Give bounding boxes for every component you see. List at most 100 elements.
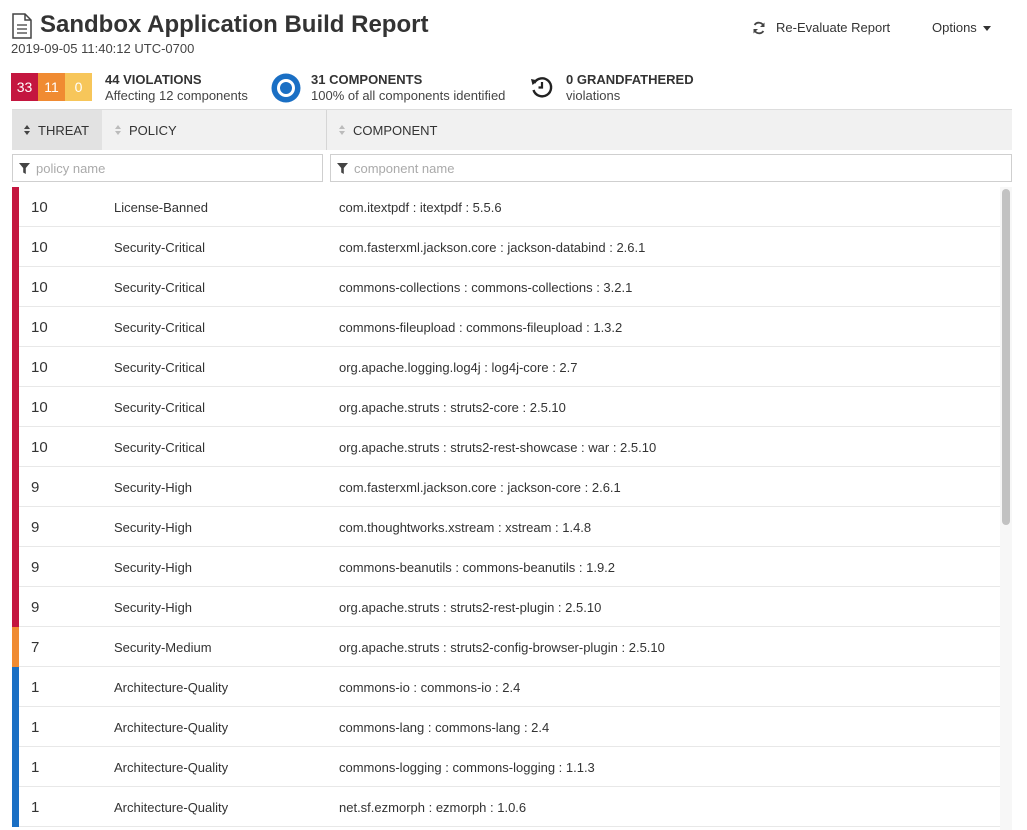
table-row[interactable]: 10 License-Banned com.itextpdf : itextpdf … (12, 187, 1000, 227)
policy-name: Security-High (114, 520, 193, 535)
filter-funnel-icon (337, 162, 348, 174)
policy-name: Security-Critical (114, 240, 206, 255)
filter-row (0, 149, 1027, 185)
component-name: com.fasterxml.jackson.core : jackson-cor… (339, 480, 621, 495)
policy-name: Security-Critical (114, 320, 206, 335)
component-filter (330, 154, 1012, 182)
component-name: org.apache.struts : struts2-rest-showcas… (339, 440, 657, 455)
component-name: commons-lang : commons-lang : 2.4 (339, 720, 550, 735)
threat-score: 10 (31, 279, 48, 296)
component-name: com.thoughtworks.xstream : xstream : 1.4… (339, 520, 592, 535)
table-row[interactable]: 10 Security-Critical org.apache.struts : s… (12, 427, 1000, 467)
policy-name: Security-High (114, 560, 193, 575)
table-row[interactable]: 10 Security-Critical org.apache.logging.lo… (12, 347, 1000, 387)
sort-arrows-icon (115, 125, 121, 135)
threat-level-bar (12, 227, 19, 267)
table-row[interactable]: 10 Security-Critical org.apache.struts : s… (12, 387, 1000, 427)
components-heading: 31 COMPONENTS (311, 72, 423, 87)
report-summary: 33 11 0 44 VIOLATIONS Affecting 12 compo… (0, 72, 1027, 106)
policy-name: Architecture-Quality (114, 680, 229, 695)
violations-table-body: 10 License-Banned com.itextpdf : itextpdf … (12, 187, 1000, 830)
report-timestamp: 2019-09-05 11:40:12 UTC-0700 (11, 41, 195, 56)
component-name: org.apache.struts : struts2-core : 2.5.1… (339, 400, 566, 415)
table-row[interactable]: 10 Security-Critical commons-collections :… (12, 267, 1000, 307)
sort-arrows-icon (339, 125, 345, 135)
table-row[interactable]: 1 Architecture-Quality net.sf.ezmorph : ez… (12, 787, 1000, 827)
threat-header-label: THREAT (38, 122, 90, 138)
violations-stat: 44 VIOLATIONS Affecting 12 components (105, 72, 248, 103)
options-label: Options (932, 20, 977, 35)
component-filter-input[interactable] (354, 160, 1011, 176)
component-header-label: COMPONENT (353, 122, 438, 138)
threat-level-bar (12, 387, 19, 427)
component-name: net.sf.ezmorph : ezmorph : 1.0.6 (339, 800, 527, 815)
re-evaluate-label: Re-Evaluate Report (776, 20, 891, 35)
grandfathered-subtext: violations (566, 88, 621, 103)
components-subtext: 100% of all components identified (311, 88, 506, 103)
table-row[interactable]: 10 Security-Critical commons-fileupload : … (12, 307, 1000, 347)
scrollbar-thumb[interactable] (1002, 189, 1010, 525)
threat-score: 1 (31, 679, 40, 696)
history-icon (531, 77, 553, 98)
table-row[interactable]: 1 Architecture-Quality commons-lang : comm… (12, 707, 1000, 747)
threat-score: 1 (31, 759, 40, 776)
violations-heading: 44 VIOLATIONS (105, 72, 202, 87)
critical-count-badge[interactable]: 33 (11, 73, 38, 101)
policy-name: License-Banned (114, 200, 208, 215)
threat-level-bar (12, 667, 19, 707)
component-name: commons-fileupload : commons-fileupload … (339, 320, 623, 335)
threat-score: 10 (31, 359, 48, 376)
threat-score: 7 (31, 639, 40, 656)
moderate-count-badge[interactable]: 0 (65, 73, 92, 101)
table-row[interactable]: 10 Security-Critical com.fasterxml.jackson… (12, 227, 1000, 267)
threat-score: 10 (31, 399, 48, 416)
table-row[interactable]: 9 Security-High com.fasterxml.jackson.core… (12, 467, 1000, 507)
threat-score: 10 (31, 439, 48, 456)
component-column-header[interactable]: COMPONENT (327, 110, 1012, 150)
document-icon (12, 13, 32, 39)
threat-score: 10 (31, 199, 48, 216)
threat-score: 9 (31, 519, 40, 536)
policy-header-label: POLICY (129, 122, 177, 138)
threat-score: 1 (31, 719, 40, 736)
table-row[interactable]: 9 Security-High org.apache.struts : struts… (12, 587, 1000, 627)
caret-down-icon (982, 26, 991, 31)
policy-name: Security-Critical (114, 440, 206, 455)
severe-count-badge[interactable]: 11 (38, 73, 65, 101)
component-name: commons-collections : commons-collection… (339, 280, 633, 295)
threat-level-bar (12, 307, 19, 347)
threat-level-bar (12, 547, 19, 587)
threat-level-bar (12, 187, 19, 227)
table-header: THREAT POLICY COMPONENT (12, 109, 1012, 150)
table-row[interactable]: 9 Security-High com.thoughtworks.xstream :… (12, 507, 1000, 547)
policy-name: Architecture-Quality (114, 720, 229, 735)
re-evaluate-report-button[interactable]: Re-Evaluate Report (752, 20, 890, 35)
component-name: org.apache.struts : struts2-config-brows… (339, 640, 665, 655)
table-scrollbar[interactable] (1000, 187, 1012, 830)
threat-column-header[interactable]: THREAT (12, 110, 102, 150)
policy-column-header[interactable]: POLICY (102, 110, 326, 150)
threat-score: 10 (31, 319, 48, 336)
threat-level-bar (12, 587, 19, 627)
policy-filter-input[interactable] (36, 160, 322, 176)
components-stat: 31 COMPONENTS 100% of all components ide… (311, 72, 505, 103)
threat-level-bar (12, 267, 19, 307)
table-row[interactable]: 1 Architecture-Quality commons-logging : c… (12, 747, 1000, 787)
table-row[interactable]: 1 Architecture-Quality commons-io : common… (12, 667, 1000, 707)
table-row[interactable]: 7 Security-Medium org.apache.struts : stru… (12, 627, 1000, 667)
page-title: Sandbox Application Build Report (40, 11, 429, 38)
table-row[interactable]: 9 Security-High commons-beanutils : common… (12, 547, 1000, 587)
filter-funnel-icon (19, 162, 30, 174)
policy-name: Security-Medium (114, 640, 212, 655)
report-header: Sandbox Application Build Report 2019-09… (0, 0, 1027, 62)
component-name: commons-beanutils : commons-beanutils : … (339, 560, 616, 575)
threat-score: 9 (31, 599, 40, 616)
policy-name: Security-Critical (114, 400, 206, 415)
threat-score: 10 (31, 239, 48, 256)
threat-level-bar (12, 747, 19, 787)
threat-level-bar (12, 707, 19, 747)
threat-score: 1 (31, 799, 40, 816)
policy-name: Security-High (114, 600, 193, 615)
threat-level-bar (12, 507, 19, 547)
options-dropdown[interactable]: Options (932, 20, 991, 35)
